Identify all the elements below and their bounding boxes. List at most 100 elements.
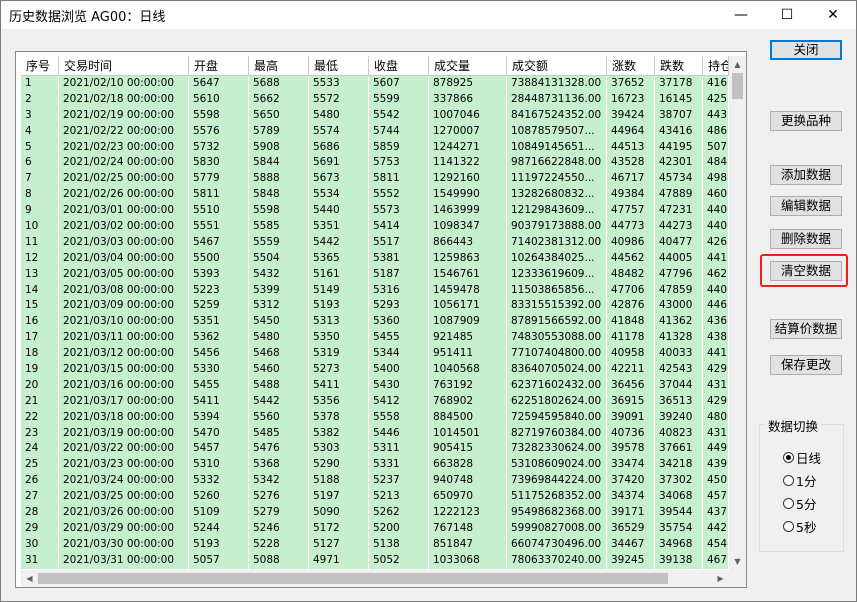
cell-high[interactable]: 5789 — [249, 123, 309, 140]
cell-open-interest[interactable]: 440 — [703, 203, 729, 220]
cell-down-count[interactable]: 37302 — [655, 473, 703, 490]
cell-amount[interactable]: 28448731136.00 — [507, 91, 607, 108]
cell-up-count[interactable]: 39424 — [607, 107, 655, 124]
cell-close[interactable]: 5753 — [369, 155, 429, 172]
cell-index[interactable]: 13 — [21, 266, 59, 283]
table-row[interactable]: 26 2021/03/24 00:00:00 5332 5342 5188 5237 940… — [21, 473, 729, 490]
cell-open-interest[interactable]: 484 — [703, 155, 729, 172]
cell-low[interactable]: 5382 — [309, 425, 369, 442]
cell-high[interactable]: 5480 — [249, 330, 309, 347]
cell-down-count[interactable]: 37044 — [655, 377, 703, 394]
cell-open-interest[interactable]: 439 — [703, 457, 729, 474]
cell-index[interactable]: 17 — [21, 330, 59, 347]
cell-up-count[interactable]: 44964 — [607, 123, 655, 140]
cell-volume[interactable]: 1270007 — [429, 123, 507, 140]
cell-index[interactable]: 19 — [21, 362, 59, 378]
cell-volume[interactable]: 1007046 — [429, 107, 507, 124]
cell-high[interactable]: 5399 — [249, 282, 309, 299]
cell-open[interactable]: 5394 — [189, 409, 249, 426]
cell-close[interactable]: 5859 — [369, 139, 429, 156]
cell-open-interest[interactable]: 431 — [703, 425, 729, 442]
cell-open[interactable]: 5260 — [189, 489, 249, 506]
cell-up-count[interactable]: 43528 — [607, 155, 655, 172]
cell-amount[interactable]: 62251802624.00 — [507, 393, 607, 410]
cell-open[interactable]: 5310 — [189, 457, 249, 474]
cell-open-interest[interactable]: 462 — [703, 266, 729, 283]
cell-open[interactable]: 5456 — [189, 346, 249, 363]
cell-down-count[interactable]: 43416 — [655, 123, 703, 140]
cell-down-count[interactable]: 35754 — [655, 520, 703, 537]
cell-low[interactable]: 4971 — [309, 552, 369, 569]
cell-open[interactable]: 5193 — [189, 536, 249, 553]
cell-trade-time[interactable]: 2021/03/12 00:00:00 — [59, 346, 189, 363]
table-row[interactable]: 16 2021/03/10 00:00:00 5351 5450 5313 5360 108… — [21, 314, 729, 331]
cell-down-count[interactable]: 43000 — [655, 298, 703, 315]
cell-up-count[interactable]: 44773 — [607, 219, 655, 235]
cell-low[interactable]: 5365 — [309, 250, 369, 267]
cell-low[interactable]: 5197 — [309, 489, 369, 506]
cell-open[interactable]: 5647 — [189, 76, 249, 92]
cell-high[interactable]: 5450 — [249, 314, 309, 331]
cell-trade-time[interactable]: 2021/03/30 00:00:00 — [59, 536, 189, 553]
cell-volume[interactable]: 884500 — [429, 409, 507, 426]
cell-index[interactable]: 14 — [21, 282, 59, 299]
cell-trade-time[interactable]: 2021/03/02 00:00:00 — [59, 219, 189, 235]
table-row[interactable]: 6 2021/02/24 00:00:00 5830 5844 5691 5753 1141… — [21, 155, 729, 172]
cell-open[interactable]: 5457 — [189, 441, 249, 458]
cell-up-count[interactable]: 42211 — [607, 362, 655, 378]
cell-close[interactable]: 5237 — [369, 473, 429, 490]
cell-amount[interactable]: 98716622848.00 — [507, 155, 607, 172]
cell-open-interest[interactable]: 442 — [703, 520, 729, 537]
cell-trade-time[interactable]: 2021/02/26 00:00:00 — [59, 187, 189, 204]
cell-open-interest[interactable]: 446 — [703, 298, 729, 315]
cell-up-count[interactable]: 47757 — [607, 203, 655, 220]
cell-low[interactable]: 5303 — [309, 441, 369, 458]
cell-open-interest[interactable]: 441 — [703, 250, 729, 267]
save-changes-button[interactable]: 保存更改 — [770, 355, 842, 375]
cell-down-count[interactable]: 47231 — [655, 203, 703, 220]
cell-up-count[interactable]: 39171 — [607, 505, 655, 521]
cell-amount[interactable]: 71402381312.00 — [507, 234, 607, 251]
cell-amount[interactable]: 12129843609... — [507, 203, 607, 220]
cell-open[interactable]: 5732 — [189, 139, 249, 156]
cell-volume[interactable]: 1549990 — [429, 187, 507, 204]
cell-low[interactable]: 5356 — [309, 393, 369, 410]
cell-down-count[interactable]: 34968 — [655, 536, 703, 553]
cell-down-count[interactable]: 47796 — [655, 266, 703, 283]
cell-up-count[interactable]: 40986 — [607, 234, 655, 251]
cell-down-count[interactable]: 45734 — [655, 171, 703, 188]
cell-down-count[interactable]: 37661 — [655, 441, 703, 458]
cell-index[interactable]: 31 — [21, 552, 59, 569]
cell-up-count[interactable]: 48482 — [607, 266, 655, 283]
table-row[interactable]: 14 2021/03/08 00:00:00 5223 5399 5149 5316 145… — [21, 282, 729, 299]
cell-down-count[interactable]: 39240 — [655, 409, 703, 426]
cell-index[interactable]: 6 — [21, 155, 59, 172]
cell-high[interactable]: 5279 — [249, 505, 309, 521]
cell-low[interactable]: 5442 — [309, 234, 369, 251]
cell-volume[interactable]: 663828 — [429, 457, 507, 474]
cell-amount[interactable]: 72594595840.00 — [507, 409, 607, 426]
cell-volume[interactable]: 921485 — [429, 330, 507, 347]
cell-close[interactable]: 5446 — [369, 425, 429, 442]
cell-up-count[interactable]: 41178 — [607, 330, 655, 347]
cell-down-count[interactable]: 39138 — [655, 552, 703, 569]
cell-amount[interactable]: 59990827008.00 — [507, 520, 607, 537]
cell-trade-time[interactable]: 2021/03/31 00:00:00 — [59, 552, 189, 569]
cell-amount[interactable]: 82719760384.00 — [507, 425, 607, 442]
cell-amount[interactable]: 10264384025... — [507, 250, 607, 267]
cell-open-interest[interactable]: 486 — [703, 123, 729, 140]
cell-volume[interactable]: 940748 — [429, 473, 507, 490]
cell-down-count[interactable]: 36513 — [655, 393, 703, 410]
cell-high[interactable]: 5312 — [249, 298, 309, 315]
cell-up-count[interactable]: 47706 — [607, 282, 655, 299]
cell-index[interactable]: 18 — [21, 346, 59, 363]
table-row[interactable]: 4 2021/02/22 00:00:00 5576 5789 5574 5744 1270… — [21, 123, 729, 140]
data-grid[interactable]: 序号交易时间开盘最高最低收盘成交量成交额涨数跌数持仓 12021/02/10 0… — [15, 51, 747, 588]
add-data-button[interactable]: 添加数据 — [770, 165, 842, 185]
cell-up-count[interactable]: 37652 — [607, 76, 655, 92]
title-bar[interactable]: 历史数据浏览 AG00：日线 — ☐ ✕ — [1, 1, 856, 29]
cell-low[interactable]: 5350 — [309, 330, 369, 347]
cell-volume[interactable]: 1141322 — [429, 155, 507, 172]
cell-low[interactable]: 5090 — [309, 505, 369, 521]
horizontal-scrollbar[interactable]: ◀ ▶ — [21, 570, 729, 587]
